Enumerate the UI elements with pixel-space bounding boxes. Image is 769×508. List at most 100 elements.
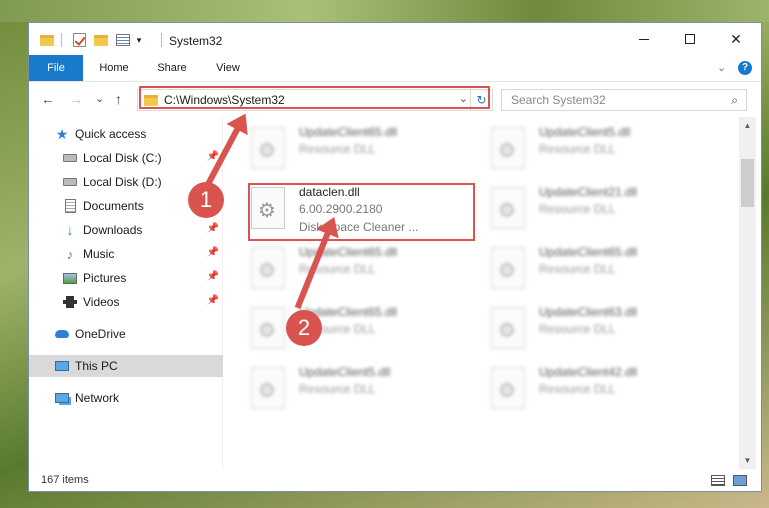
quick-access-dropdown-icon[interactable]: ▾ [133,32,145,48]
desktop-background [0,0,769,22]
sidebar-item-label: Local Disk (C:) [83,151,162,165]
minimize-button[interactable] [621,23,667,55]
tab-share[interactable]: Share [147,55,197,81]
star-icon: ★ [55,125,69,142]
address-highlight-box [139,86,490,109]
scroll-down-icon[interactable]: ▼ [739,452,756,469]
dll-file-icon [491,307,525,349]
sidebar-item-network[interactable]: Network [29,387,223,409]
expand-ribbon-icon[interactable]: ⌄ [717,61,726,74]
file-item[interactable]: UpdateClient65.dll Resource DLL [247,243,477,297]
pin-icon: 📌 [206,223,219,234]
file-description: Resource DLL [539,262,616,276]
pin-icon: 📌 [206,247,219,258]
sidebar-item-label: Videos [83,295,120,309]
drive-icon [63,175,77,189]
dll-file-icon [251,247,285,289]
pictures-icon [63,271,77,285]
file-item[interactable]: UpdateClient5.dll Resource DLL [487,123,717,177]
folder-icon [39,32,55,48]
up-button[interactable]: ↑ [115,91,122,107]
network-icon [55,391,69,405]
search-placeholder: Search System32 [511,93,606,107]
large-icons-view-icon[interactable] [733,475,747,486]
file-item[interactable]: UpdateClient65.dll Resource DLL [247,123,477,177]
properties-icon[interactable] [115,32,131,48]
sidebar-item-label: This PC [75,359,118,373]
sidebar-item-onedrive[interactable]: OneDrive [29,323,223,345]
drive-icon [63,151,77,165]
file-explorer-window: ▾ System32 ✕ File Home Share View ⌄ ? ← … [28,22,762,492]
back-button[interactable]: ← [41,91,55,107]
items-count: 167 items [41,474,89,486]
maximize-button[interactable] [667,23,713,55]
file-item[interactable]: UpdateClient42.dll Resource DLL [487,363,717,417]
file-item[interactable]: UpdateClient65.dll Resource DLL [487,243,717,297]
pin-icon: 📌 [206,295,219,306]
dll-file-icon [491,367,525,409]
annotation-badge-2: 2 [286,310,322,346]
recent-locations-button[interactable]: ⌄ [95,92,104,105]
tab-view[interactable]: View [205,55,251,81]
file-description: Resource DLL [299,382,376,396]
forward-button[interactable]: → [69,91,83,107]
music-icon: ♪ [66,246,74,262]
close-button[interactable]: ✕ [713,23,759,55]
vertical-scrollbar[interactable]: ▲ ▼ [739,117,756,469]
videos-icon [63,295,77,309]
onedrive-icon [55,327,69,341]
close-icon: ✕ [730,30,742,47]
file-item[interactable]: UpdateClient65.dll Resource DLL [247,303,477,357]
sidebar-item-quick-access[interactable]: ★ Quick access [29,123,223,145]
dll-file-icon [491,247,525,289]
file-name: UpdateClient65.dll [299,125,398,139]
this-pc-icon [55,359,69,373]
sidebar-item-label: Network [75,391,120,405]
sidebar-item-label: Documents [83,199,144,213]
file-description: Resource DLL [539,322,616,336]
properties-check-icon[interactable] [71,32,87,48]
file-item[interactable]: UpdateClient63.dll Resource DLL [487,303,717,357]
scroll-thumb[interactable] [741,159,754,207]
sidebar-item-this-pc[interactable]: This PC [29,355,223,377]
details-view-icon[interactable] [711,475,725,486]
new-folder-icon[interactable] [93,32,109,48]
dll-file-icon [491,127,525,169]
scroll-up-icon[interactable]: ▲ [739,117,756,134]
file-name: UpdateClient42.dll [539,365,638,379]
pin-icon: 📌 [206,271,219,282]
sidebar-item-label: Downloads [83,223,143,237]
divider [61,33,62,47]
file-name: UpdateClient63.dll [539,305,638,319]
file-name: UpdateClient5.dll [299,365,391,379]
title-bar: ▾ System32 ✕ [29,23,761,55]
tab-home[interactable]: Home [89,55,139,81]
sidebar-item-label: OneDrive [75,327,126,341]
tab-file[interactable]: File [29,55,83,81]
sidebar-item-label: Pictures [83,271,127,285]
sidebar-item-music[interactable]: ♪ Music 📌 [29,243,223,265]
sidebar-item-pictures[interactable]: Pictures 📌 [29,267,223,289]
file-name: UpdateClient5.dll [539,125,631,139]
file-description: Resource DLL [539,142,616,156]
sidebar-item-label: Local Disk (D:) [83,175,162,189]
sidebar-item-downloads[interactable]: ↓ Downloads 📌 [29,219,223,241]
status-bar: 167 items [29,469,761,491]
documents-icon [63,199,77,213]
navigation-pane: ★ Quick access Local Disk (C:) 📌 Local D… [29,117,223,469]
sidebar-item-local-disk-c[interactable]: Local Disk (C:) 📌 [29,147,223,169]
ribbon: File Home Share View ⌄ ? [29,55,761,82]
file-item[interactable]: UpdateClient21.dll Resource DLL [487,183,717,237]
file-name: UpdateClient21.dll [539,185,638,199]
dll-file-icon [491,187,525,229]
file-highlight-box [248,183,475,241]
dll-file-icon [251,127,285,169]
search-icon[interactable]: ⌕ [731,93,738,108]
file-description: Resource DLL [539,202,616,216]
sidebar-item-videos[interactable]: Videos 📌 [29,291,223,313]
help-icon[interactable]: ? [738,61,752,75]
search-input[interactable]: Search System32 ⌕ [501,89,747,111]
divider [161,33,162,47]
window-title: System32 [169,34,223,48]
file-item[interactable]: UpdateClient5.dll Resource DLL [247,363,477,417]
